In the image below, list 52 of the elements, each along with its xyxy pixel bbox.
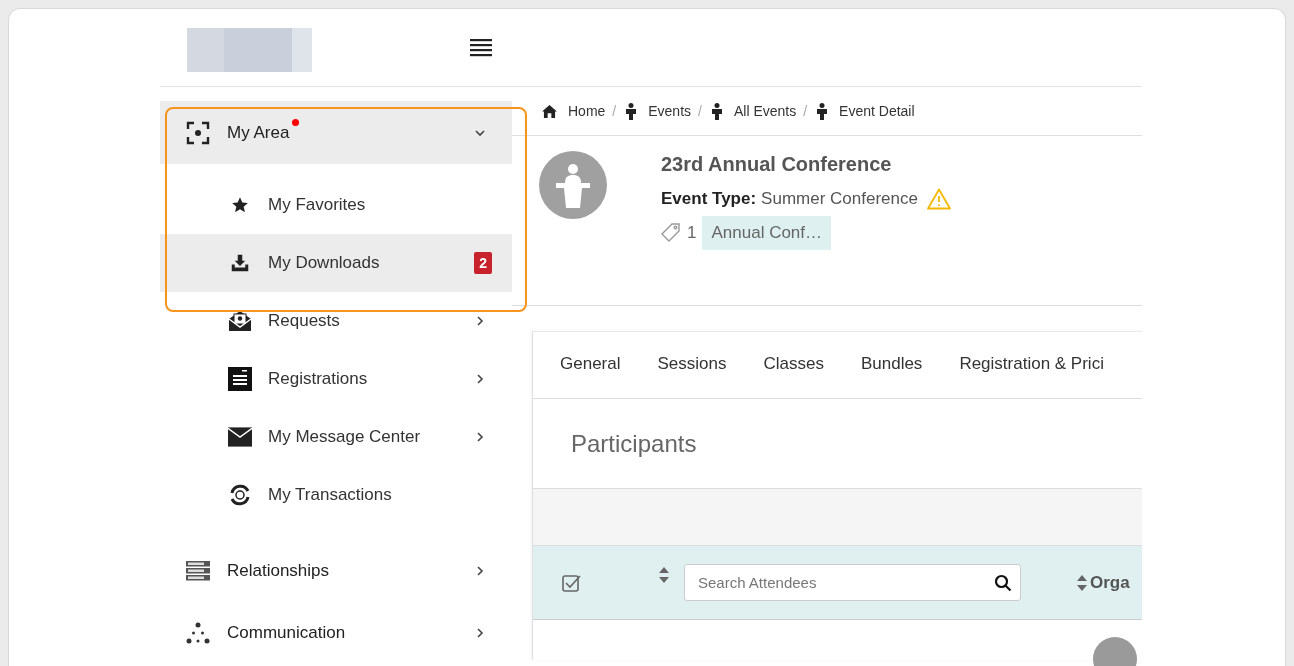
- nav-item[interactable]: Communication: [160, 602, 512, 664]
- nav-item[interactable]: My Message Center: [160, 408, 512, 466]
- chevron-icon: [474, 565, 486, 577]
- tag-icon: [661, 223, 681, 243]
- speaker-podium-icon: [539, 151, 607, 219]
- home-icon: [542, 104, 557, 118]
- chevron-icon: [474, 315, 486, 327]
- person-icon: [816, 102, 829, 120]
- count-badge: 2: [474, 252, 492, 274]
- nav-item[interactable]: Registrations: [160, 350, 512, 408]
- tab[interactable]: Sessions: [657, 347, 727, 383]
- breadcrumb-separator: /: [803, 103, 808, 119]
- nav-item[interactable]: My Downloads 2: [160, 234, 512, 292]
- nav-item[interactable]: My Area: [160, 101, 512, 164]
- tag-chip[interactable]: Annual Conf…: [702, 216, 832, 250]
- search-field[interactable]: Search Attendees: [684, 564, 1021, 601]
- nav-item[interactable]: Relationships: [160, 540, 512, 602]
- network-icon: [186, 621, 210, 645]
- tab[interactable]: Registration & Prici: [959, 347, 1104, 383]
- event-type-value: Summer Conference: [761, 189, 918, 209]
- chevron-icon: [474, 431, 486, 443]
- tab[interactable]: Bundles: [860, 347, 923, 383]
- menu-icon[interactable]: [470, 38, 492, 57]
- tab[interactable]: General: [560, 347, 621, 383]
- person-icon: [625, 102, 638, 120]
- breadcrumb-link[interactable]: Events: [648, 103, 692, 119]
- cycle-icon: [228, 483, 252, 507]
- tag-count: 1: [687, 223, 697, 243]
- breadcrumb-link[interactable]: Home: [568, 103, 606, 119]
- focus-icon: [186, 120, 210, 145]
- nav-item[interactable]: My Transactions: [160, 466, 512, 524]
- sort-icon[interactable]: [1077, 574, 1087, 591]
- checkbox[interactable]: [562, 573, 581, 592]
- breadcrumb-link[interactable]: All Events: [733, 103, 797, 119]
- nav-item[interactable]: Requests: [160, 292, 512, 350]
- nav-item[interactable]: My Favorites: [160, 176, 512, 234]
- chevron-icon: [474, 627, 486, 639]
- breadcrumb-separator: /: [612, 103, 617, 119]
- sort-icon[interactable]: [659, 566, 669, 583]
- list-icon: [228, 367, 252, 391]
- person-icon: [710, 102, 723, 120]
- chevron-icon: [474, 373, 486, 385]
- envelope-icon: [228, 427, 252, 447]
- search-icon[interactable]: [994, 574, 1012, 592]
- event-type-label: Event Type:: [661, 189, 757, 209]
- column-header[interactable]: Orga: [1090, 572, 1130, 593]
- tab[interactable]: Classes: [763, 347, 824, 383]
- breadcrumb-link[interactable]: Event Detail: [839, 103, 915, 119]
- event-title: 23rd Annual Conference: [661, 153, 893, 176]
- mail-question-icon: [228, 310, 252, 332]
- breadcrumb-separator: /: [698, 103, 702, 119]
- server-icon: [186, 561, 210, 581]
